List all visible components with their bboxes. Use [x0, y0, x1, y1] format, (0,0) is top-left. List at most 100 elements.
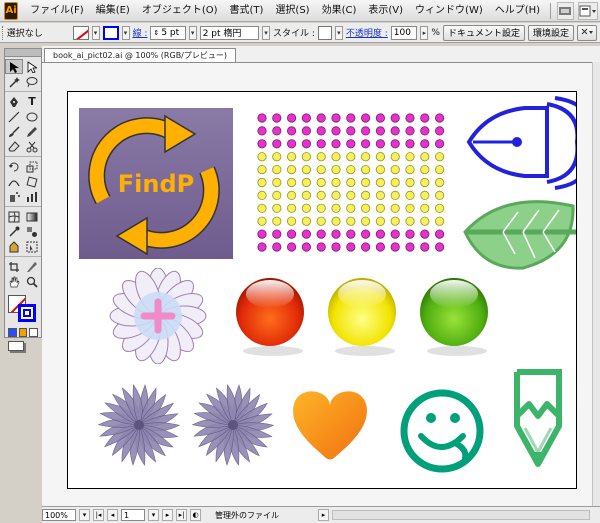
stroke-weight-field[interactable]: ⇕ 5 pt [150, 25, 186, 40]
document-tab[interactable]: book_ai_pict02.ai @ 100% (RGB/プレビュー) [44, 48, 236, 62]
red-glass-button[interactable] [236, 278, 304, 356]
fill-dropdown[interactable]: ▾ [91, 25, 100, 40]
pink-flower-illustration[interactable] [103, 268, 213, 364]
vertical-scrollbar[interactable] [592, 62, 600, 506]
smiley-face-illustration[interactable] [399, 388, 485, 474]
dot [375, 190, 386, 201]
scissors-icon[interactable] [23, 139, 41, 154]
live-paint-select-icon[interactable] [23, 239, 41, 254]
control-bar-grip[interactable] [2, 25, 5, 40]
status-menu-button[interactable]: ▸ [318, 509, 329, 521]
dot [257, 216, 267, 226]
hand-icon[interactable] [5, 274, 23, 289]
gradient-mode-icon[interactable] [18, 328, 28, 337]
blend-icon[interactable] [23, 224, 41, 239]
free-transform-icon[interactable] [23, 174, 41, 189]
pencil-icon[interactable] [23, 124, 41, 139]
menu-view[interactable]: 表示(V) [362, 0, 409, 22]
menu-effect[interactable]: 効果(C) [316, 0, 363, 22]
brush-dropdown[interactable]: ▾ [261, 25, 270, 40]
spiral-flower-left[interactable] [97, 384, 181, 466]
zoom-icon[interactable] [23, 274, 41, 289]
stroke-dropdown[interactable]: ▾ [121, 25, 130, 40]
leaf-illustration[interactable] [463, 194, 577, 270]
orange-heart-illustration[interactable] [290, 386, 370, 462]
lasso-icon[interactable] [23, 74, 41, 89]
warp-icon[interactable] [5, 174, 23, 189]
mesh-icon[interactable] [5, 209, 23, 224]
document-setup-button[interactable]: ドキュメント設定 [442, 24, 525, 41]
direct-selection-icon[interactable] [23, 59, 41, 74]
yellow-glass-button[interactable] [328, 278, 396, 356]
panel-menu-button[interactable] [577, 24, 598, 41]
tools-panel-header[interactable] [5, 49, 41, 57]
findp-recycle-tile[interactable]: FindP [79, 108, 233, 259]
screen-mode-icon[interactable] [8, 341, 24, 351]
graphic-style-swatch[interactable] [317, 25, 332, 40]
slice-icon[interactable] [23, 259, 41, 274]
ellipse-icon[interactable] [23, 109, 41, 124]
menu-select[interactable]: 選択(S) [269, 0, 315, 22]
first-page-button[interactable]: |◂ [93, 509, 104, 521]
bridge-button[interactable] [556, 1, 575, 20]
scale-icon[interactable] [23, 159, 41, 174]
selection-tool-icon[interactable] [5, 59, 23, 74]
graph-icon[interactable] [23, 189, 41, 204]
live-paint-icon[interactable] [5, 239, 23, 254]
dot [272, 113, 282, 123]
opacity-panel-link[interactable]: 不透明度 : [346, 26, 388, 39]
line-icon[interactable] [5, 109, 23, 124]
dot [257, 113, 267, 123]
eraser-icon[interactable] [5, 139, 23, 154]
spiral-flowers-pair[interactable] [95, 382, 275, 468]
none-mode-icon[interactable] [29, 328, 39, 337]
brush-definition-field[interactable]: 2 pt 楕円 [199, 25, 259, 40]
version-cue-icon[interactable]: ◐ [190, 509, 201, 521]
fill-swatch[interactable] [72, 25, 89, 40]
dot [257, 164, 267, 175]
color-mode-icon[interactable] [8, 328, 17, 337]
symbol-sprayer-icon[interactable] [5, 189, 23, 204]
eyedropper-icon[interactable] [5, 224, 23, 239]
page-field[interactable]: 1 [121, 509, 145, 521]
artboard[interactable]: FindP [67, 91, 577, 489]
stroke-weight-dropdown[interactable]: ▾ [188, 25, 197, 40]
prev-page-button[interactable]: ◂ [107, 509, 118, 521]
glass-buttons-row[interactable] [230, 270, 530, 360]
arrange-documents-button[interactable] [578, 1, 599, 20]
gradient-icon[interactable] [23, 209, 41, 224]
zoom-field[interactable]: 100% [42, 509, 76, 521]
menu-object[interactable]: オブジェクト(O) [136, 0, 224, 22]
brush-icon[interactable] [5, 124, 23, 139]
crop-icon[interactable] [5, 259, 23, 274]
menu-window[interactable]: ウィンドウ(W) [409, 0, 489, 22]
stroke-panel-link[interactable]: 線 : [133, 26, 148, 39]
menu-edit[interactable]: 編集(E) [90, 0, 136, 22]
stroke-swatch[interactable] [102, 25, 119, 40]
preferences-button[interactable]: 環境設定 [528, 24, 575, 41]
green-glass-button[interactable] [420, 278, 488, 356]
horizontal-scrollbar[interactable] [332, 510, 590, 520]
spiral-flower-right[interactable] [191, 384, 275, 466]
magic-wand-icon[interactable] [5, 74, 23, 89]
dot-grid-pattern[interactable] [256, 112, 448, 254]
type-icon[interactable]: T [23, 94, 41, 109]
stroke-color-box[interactable] [18, 304, 36, 322]
last-page-button[interactable]: ▸| [176, 509, 187, 521]
opacity-field[interactable]: 100 [390, 25, 418, 40]
opacity-dropdown[interactable]: ▸ [420, 25, 429, 40]
pencil-illustration[interactable] [511, 368, 573, 470]
pen-nib-illustration[interactable] [465, 96, 577, 196]
dot [375, 126, 386, 136]
zoom-dropdown[interactable]: ▾ [79, 509, 90, 521]
menu-type[interactable]: 書式(T) [224, 0, 270, 22]
menu-file[interactable]: ファイル(F) [24, 0, 90, 22]
page-dropdown[interactable]: ▾ [148, 509, 159, 521]
pen-icon[interactable] [5, 94, 23, 109]
next-page-button[interactable]: ▸ [162, 509, 173, 521]
dot [301, 203, 312, 213]
rotate-icon[interactable] [5, 159, 23, 174]
canvas-area[interactable]: FindP [42, 62, 600, 506]
menu-help[interactable]: ヘルプ(H) [489, 0, 546, 22]
graphic-style-dropdown[interactable]: ▾ [334, 25, 343, 40]
